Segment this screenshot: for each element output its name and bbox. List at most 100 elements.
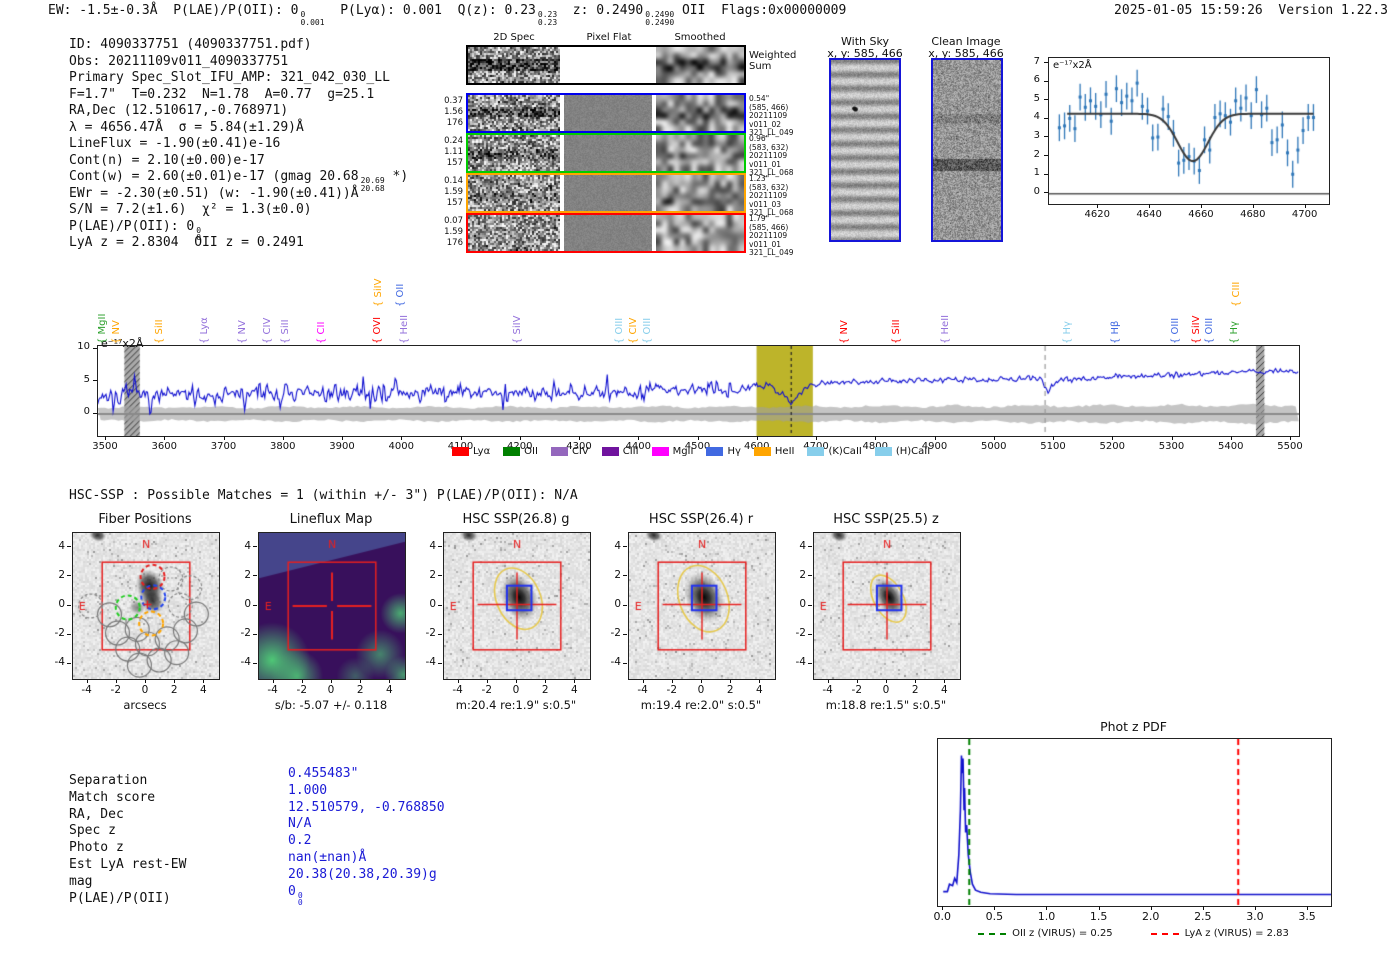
- legend-label: CIII: [622, 446, 639, 457]
- spec2d-row: [466, 93, 746, 133]
- text-segment: Cont(w) = 2.60(±0.01)e-17 (gmag 20.68: [69, 169, 359, 184]
- emission-line-label-Hβ: { Hβ: [1109, 320, 1121, 344]
- x-tick: [519, 436, 521, 440]
- photz-legend-label: OII z (VIRUS) = 0.25: [1012, 928, 1113, 939]
- x-tick: [164, 436, 166, 440]
- cutout-image-lineflux: [258, 532, 406, 680]
- x-tick-label: 2.0: [1141, 910, 1160, 923]
- cutout-y-tick-label: 0: [58, 598, 65, 610]
- x-tick: [1053, 436, 1054, 440]
- match-label: Est LyA rest-EW: [69, 857, 187, 872]
- fiber-weight-label: 1.59: [444, 227, 463, 237]
- text-segment: EW: -1.5±-0.3Å P(LAE)/P(OII): 0: [48, 3, 299, 18]
- emission-line-label-Hγ: { Hγ: [1228, 321, 1240, 344]
- photz-legend-dash: [1150, 932, 1179, 935]
- legend-label: Lyα: [473, 446, 491, 457]
- x-tick: [697, 436, 699, 440]
- x-tick: [223, 436, 225, 440]
- cutout-image-hsc_g: [443, 532, 591, 680]
- emission-line-label-SiII: { SiII: [891, 319, 903, 344]
- x-tick-label: 4620: [1084, 209, 1110, 220]
- spec2d-row-left-labels: 0.24 1.11 157: [423, 136, 463, 169]
- x-tick: [1097, 204, 1099, 208]
- y-tick-label: 0: [83, 406, 90, 417]
- stacked-value: 20.69 20.68: [360, 176, 385, 193]
- fiber-id-label: Sum: [749, 61, 772, 72]
- emission-line-label-MgII: { MgII: [97, 313, 109, 344]
- cutout-y-tick-label: 2: [429, 568, 436, 581]
- photz-legend-label: LyA z (VIRUS) = 2.83: [1184, 928, 1289, 939]
- cutout-x-tick-label: -4: [637, 684, 648, 696]
- match-label: mag: [69, 873, 93, 889]
- emission-line-label-CII: { CII: [315, 321, 327, 344]
- x-tick: [1252, 204, 1254, 208]
- spec2d-image: [468, 175, 560, 211]
- smoothed-image: [656, 175, 744, 211]
- cutout-x-tick-label: 4: [200, 684, 207, 696]
- legend-label: (H)CaII: [895, 446, 931, 457]
- match-value: N/A: [288, 816, 312, 832]
- spec2d-row-right-labels: 0.54" (585, 466) 20211109 v011_02 321_LL_049: [749, 94, 809, 138]
- line-fit-ylabel: e⁻¹⁷x2Å: [1053, 60, 1092, 71]
- spec2d-row-right-labels: Weighted Sum: [749, 50, 809, 72]
- spec2d-row-left-labels: 0.14 1.59 157: [423, 176, 463, 209]
- cutout-title-hsc_z: HSC SSP(25.5) z: [833, 512, 939, 527]
- emission-line-label-SiIV: { SiIV: [1190, 315, 1202, 344]
- cutout-y-tick: [438, 546, 442, 548]
- legend-item: CIII: [601, 446, 639, 457]
- match-label: P(LAE)/P(OII): [69, 890, 171, 906]
- cutout-image-hsc_r: [628, 532, 776, 680]
- cutout-x-tick-label: -2: [481, 684, 493, 696]
- smoothed-image: [656, 135, 744, 171]
- x-tick-label: 4660: [1188, 209, 1214, 220]
- x-tick-label: 3.0: [1246, 910, 1264, 923]
- x-tick-label: 5400: [1218, 441, 1244, 452]
- spec2d-image: [468, 95, 560, 131]
- legend-label: (K)CaII: [828, 446, 862, 457]
- y-tick: [1044, 192, 1048, 194]
- legend-item: Lyα: [452, 446, 490, 457]
- spec2d-row: [466, 173, 746, 213]
- emission-line-label-HeII: { HeII: [939, 314, 951, 344]
- cutout-x-tick-label: 2: [911, 684, 919, 696]
- cutout-title-fiber: Fiber Positions: [98, 512, 192, 527]
- emission-line-label-NV: { NV: [237, 320, 249, 344]
- cutout-y-tick-label: 2: [614, 568, 621, 581]
- emission-line-label-CIV: { CIV: [261, 317, 273, 344]
- cutout-x-tick-label: -2: [110, 684, 122, 696]
- cutout-y-tick-label: 2: [799, 568, 806, 581]
- spec2d-row-left-labels: 0.07 1.59 176: [423, 216, 463, 249]
- legend-item: MgII: [651, 446, 693, 457]
- cutout-y-tick-label: -4: [54, 656, 65, 669]
- cutout-y-tick-label: -2: [610, 627, 621, 640]
- x-tick-label: 5200: [1099, 441, 1125, 452]
- fiber-weight-label: 1.56: [444, 107, 463, 117]
- legend-label: HeII: [774, 446, 795, 457]
- legend-label: Hγ: [727, 446, 741, 457]
- info-line: S/N = 7.2(±1.6) χ² = 1.3(±0.0): [69, 202, 408, 219]
- y-tick-label: 7: [1033, 55, 1040, 67]
- spectrum-legend: Lyα OII CIV CIII MgII Hγ HeII (K)CaII (H)CaII: [452, 446, 930, 457]
- y-tick-label: 5: [83, 373, 90, 385]
- info-line: Primary Spec_Slot_IFU_AMP: 321_042_030_L…: [69, 70, 408, 87]
- pixel-flat-image: [564, 47, 652, 83]
- cutout-y-tick: [253, 546, 257, 548]
- text-segment: EWr = -2.30(±0.51) (w: -1.90(±0.41))Å: [69, 185, 359, 201]
- cutout-title-hsc_g: HSC SSP(26.8) g: [462, 512, 570, 527]
- cutout-y-tick: [808, 633, 812, 635]
- cutout-y-tick: [808, 604, 812, 606]
- x-tick: [1304, 204, 1306, 208]
- legend-item: HeII: [753, 446, 795, 457]
- emission-line-label-CIV: { CIV: [628, 317, 640, 344]
- cutout-y-tick-label: 4: [614, 539, 621, 552]
- spec2d-row-right-labels: 0.96" (583, 632) 20211109 v011_01 321_LL_068: [749, 134, 809, 178]
- text-segment: OII Flags:0x00000009: [674, 3, 847, 18]
- cutout-x-tick-label: 2: [356, 684, 364, 696]
- text-segment: P(LAE)/P(OII): 0: [69, 218, 195, 234]
- cutout-x-tick-label: 0: [512, 684, 520, 696]
- full-spectrum-plot: [97, 345, 1300, 437]
- elixer-report-page: EW: -1.5±-0.3Å P(LAE)/P(OII): 0 0 0.001 P(…: [0, 0, 1400, 953]
- smoothed-image: [656, 47, 744, 83]
- cutout-title-lineflux: Lineflux Map: [289, 512, 373, 527]
- y-tick: [93, 412, 97, 414]
